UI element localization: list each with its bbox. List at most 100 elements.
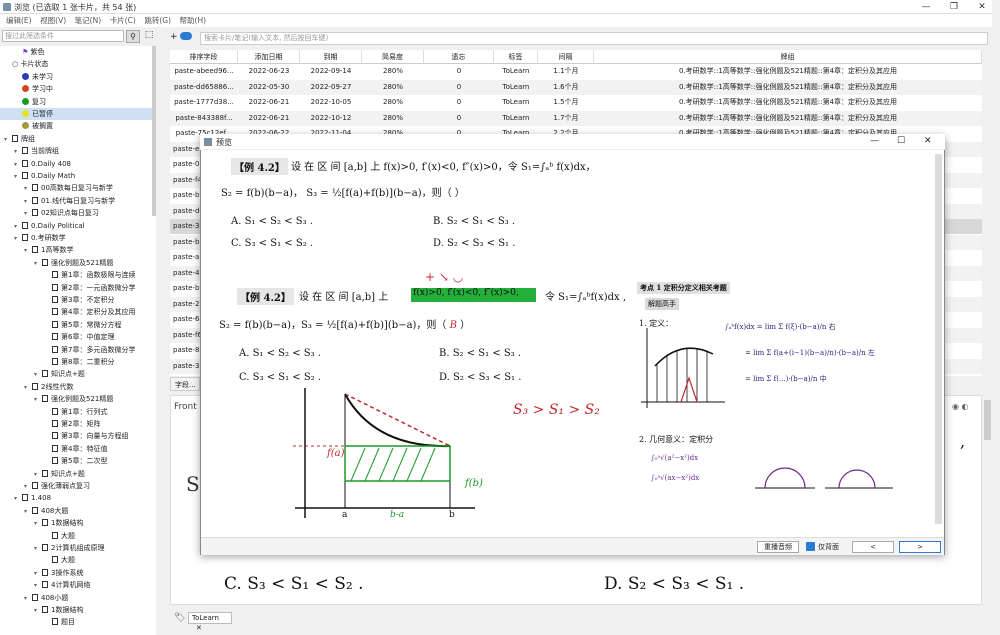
column-header[interactable]: 间隔 — [538, 50, 594, 64]
preview-minimize-button[interactable]: — — [870, 136, 879, 146]
chevron-icon[interactable]: ▾ — [24, 382, 32, 394]
column-header[interactable]: 牌组 — [594, 50, 982, 64]
sidebar-item[interactable]: 被搁置 — [0, 120, 152, 132]
sidebar-item[interactable]: 第5章：二次型 — [0, 455, 152, 467]
search-icon[interactable]: ⚲ — [126, 30, 140, 43]
fields-button[interactable]: 字段... — [170, 377, 200, 391]
sidebar-item[interactable]: ▾ 强化薄弱点复习 — [0, 480, 152, 492]
chevron-icon[interactable]: ▾ — [24, 196, 32, 208]
preview-close-button[interactable]: ✕ — [924, 136, 932, 146]
sidebar-item[interactable]: 第7章：多元函数微分学 — [0, 344, 152, 356]
sidebar-item[interactable]: 第5章：常微分方程 — [0, 319, 152, 331]
menu-cards[interactable]: 卡片(C) — [110, 14, 136, 27]
chevron-icon[interactable]: ▾ — [34, 605, 42, 617]
menu-go[interactable]: 跳转(G) — [144, 14, 171, 27]
sidebar-item[interactable]: 大题 — [0, 554, 152, 566]
sidebar-item[interactable]: ▾ 1.408 — [0, 492, 152, 504]
sidebar-item[interactable]: ▾ 知识点+题 — [0, 368, 152, 380]
table-row[interactable]: paste-dd65886... 2022-05-30 2022-09-27 280%… — [170, 79, 982, 95]
sidebar-item[interactable]: ▾ 01.线代每日复习与新学 — [0, 195, 152, 207]
sidebar-item[interactable]: ▾ 1数据结构 — [0, 517, 152, 529]
sidebar-item[interactable]: ▾ 0.Daily 408 — [0, 158, 152, 170]
eye-icon[interactable]: ◉ ◐ — [952, 402, 969, 411]
select-mode-icon[interactable]: ⬚ — [142, 30, 156, 43]
chevron-icon[interactable]: ▾ — [34, 469, 42, 481]
menu-edit[interactable]: 编辑(E) — [6, 14, 32, 27]
sidebar-item[interactable]: 已暂停 — [0, 108, 152, 120]
sidebar-item[interactable]: ○ 卡片状态 — [0, 58, 152, 70]
next-button[interactable]: > — [899, 541, 941, 553]
sidebar-item[interactable]: 第2章：一元函数微分学 — [0, 282, 152, 294]
table-row[interactable]: paste-1777d38... 2022-06-21 2022-10-05 280%… — [170, 95, 982, 110]
sidebar-item[interactable]: ▾ 知识点+题 — [0, 468, 152, 480]
chevron-icon[interactable]: ▾ — [24, 208, 32, 220]
chevron-icon[interactable]: ▾ — [34, 568, 42, 580]
add-toggle-icon[interactable]: + — [170, 32, 192, 44]
column-header[interactable]: 标签 — [494, 50, 538, 64]
chevron-icon[interactable]: ▾ — [14, 221, 22, 233]
sidebar-item[interactable]: 第4章：特征值 — [0, 443, 152, 455]
menu-help[interactable]: 帮助(H) — [180, 14, 207, 27]
sidebar-item[interactable]: ▾ 强化例题及521精题 — [0, 257, 152, 269]
chevron-icon[interactable]: ▾ — [24, 183, 32, 195]
sidebar-item[interactable]: ▾ 强化例题及521精题 — [0, 393, 152, 405]
preview-scrollbar[interactable] — [935, 154, 942, 524]
chevron-icon[interactable]: ▾ — [34, 258, 42, 270]
sidebar-item[interactable]: 未学习 — [0, 71, 152, 83]
sidebar-item[interactable]: ▾ 当前牌组 — [0, 145, 152, 157]
sidebar-scrollbar[interactable] — [152, 46, 156, 216]
column-header[interactable]: 排序字段 — [170, 50, 238, 64]
sidebar-item[interactable]: 第3章：不定积分 — [0, 294, 152, 306]
sidebar-item[interactable]: ▾ 1高等数学 — [0, 244, 152, 256]
menu-view[interactable]: 视图(V) — [40, 14, 66, 27]
sidebar-item[interactable]: ▾ 2计算机组成原理 — [0, 542, 152, 554]
sidebar-item[interactable]: ▾ 00高数每日复习与新学 — [0, 182, 152, 194]
replay-audio-button[interactable]: 重播音频 — [757, 541, 799, 553]
chevron-icon[interactable]: ▾ — [14, 146, 22, 158]
sidebar-item[interactable]: ▾ 1数据结构 — [0, 604, 152, 616]
table-row[interactable]: paste-843388f... 2022-06-21 2022-10-12 280%… — [170, 110, 982, 126]
minimize-button[interactable]: — — [912, 1, 940, 13]
chevron-icon[interactable]: ▾ — [24, 593, 32, 605]
chevron-icon[interactable]: ▾ — [34, 369, 42, 381]
chevron-icon[interactable]: ▾ — [24, 506, 32, 518]
sidebar-item[interactable]: ▾ 408小题 — [0, 592, 152, 604]
column-header[interactable]: 添加日期 — [238, 50, 300, 64]
menu-notes[interactable]: 笔记(N) — [75, 14, 101, 27]
sidebar-item[interactable]: ▾ 牌组 — [0, 133, 152, 145]
chevron-icon[interactable]: ▾ — [24, 245, 32, 257]
sidebar-item[interactable]: 题目 — [0, 616, 152, 628]
card-search-input[interactable]: 搜索卡片/笔记(输入文本, 然后按回车键) — [200, 32, 988, 45]
chevron-icon[interactable]: ▾ — [14, 233, 22, 245]
sidebar-item[interactable]: 第1章：行列式 — [0, 406, 152, 418]
back-only-checkbox[interactable] — [806, 542, 815, 551]
sidebar-item[interactable]: ⚑ 紫色 — [0, 46, 152, 58]
sidebar-item[interactable]: 学习中 — [0, 83, 152, 95]
sidebar-item[interactable]: 第6章：中值定理 — [0, 331, 152, 343]
column-header[interactable]: 遗忘 — [424, 50, 494, 64]
chevron-icon[interactable]: ▾ — [34, 518, 42, 530]
sidebar-item[interactable]: 第4章：定积分及其应用 — [0, 306, 152, 318]
sidebar-item[interactable]: ▾ 3操作系统 — [0, 567, 152, 579]
chevron-icon[interactable]: ▾ — [34, 580, 42, 592]
chevron-icon[interactable]: ▾ — [24, 481, 32, 493]
sidebar-item[interactable]: 第1章：函数极限与连续 — [0, 269, 152, 281]
maximize-button[interactable]: ❐ — [940, 1, 968, 13]
chevron-icon[interactable]: ▾ — [34, 543, 42, 555]
sidebar-item[interactable]: ▾ 0.Daily Political — [0, 220, 152, 232]
sidebar-item[interactable]: 复习 — [0, 96, 152, 108]
sidebar-search-input[interactable]: 搜过此筛选条件 — [2, 30, 124, 42]
tag-chip[interactable]: ToLearn ✕ — [188, 612, 232, 632]
column-header[interactable]: 简易度 — [362, 50, 424, 64]
sidebar-item[interactable]: 第3章：向量与方程组 — [0, 430, 152, 442]
preview-maximize-button[interactable]: ☐ — [897, 136, 905, 146]
table-row[interactable]: paste-abeed96... 2022-06-23 2022-09-14 280%… — [170, 64, 982, 79]
sidebar-item[interactable]: 大题 — [0, 530, 152, 542]
tag-remove-icon[interactable]: ✕ — [196, 624, 202, 632]
prev-button[interactable]: < — [852, 541, 894, 553]
sidebar-item[interactable]: ▾ 2线性代数 — [0, 381, 152, 393]
sidebar-item[interactable]: ▾ 0.考研数学 — [0, 232, 152, 244]
sidebar-item[interactable]: ▾ 408大题 — [0, 505, 152, 517]
sidebar-item[interactable]: ▾ 4计算机网络 — [0, 579, 152, 591]
column-header[interactable]: 到期 — [300, 50, 362, 64]
